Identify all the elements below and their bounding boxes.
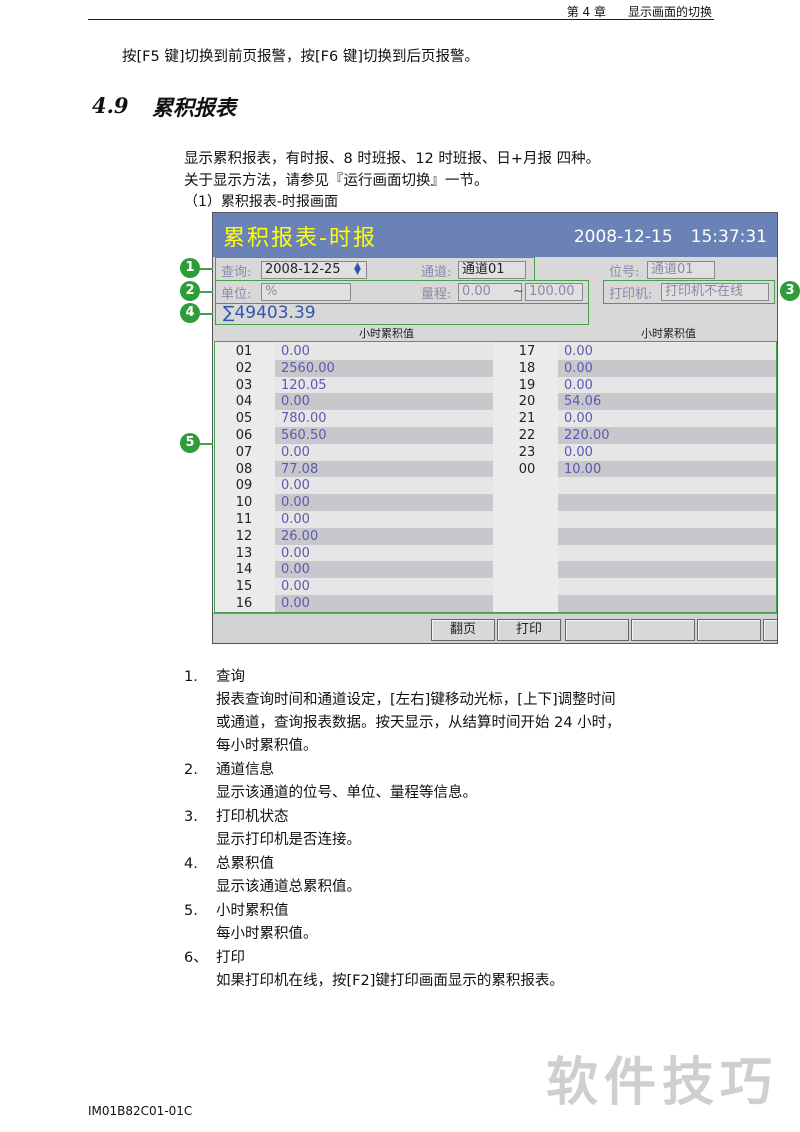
screen-title-bar: 累积报表-时报 2008-12-15 15:37:31 bbox=[213, 213, 777, 257]
function-key-f1[interactable]: 翻页 bbox=[431, 619, 495, 641]
callout-4-leader bbox=[199, 313, 213, 315]
intro-paragraph: 按[F5 键]切换到前页报警，按[F6 键]切换到后页报警。 bbox=[122, 49, 479, 65]
list-item-description: 或通道，查询报表数据。按天显示，从结算时间开始 24 小时， bbox=[216, 715, 621, 731]
function-key-f3[interactable] bbox=[565, 619, 629, 641]
list-item-title: 总累积值 bbox=[216, 856, 274, 872]
running-header: 第 4 章 显示画面的切换 bbox=[545, 3, 712, 20]
chapter-label: 第 4 章 bbox=[566, 5, 606, 19]
section-title: 累积报表 bbox=[152, 95, 236, 120]
hourly-table: 01 0.00 02 2560.00 03 120.05 04 0.00 05 780.00 06 5… bbox=[213, 341, 777, 613]
figure-caption: （1）累积报表-时报画面 bbox=[184, 194, 338, 210]
header-rule bbox=[88, 19, 714, 20]
function-key-bar: 翻页 打印 bbox=[213, 613, 777, 643]
screen-datetime: 2008-12-15 15:37:31 bbox=[556, 227, 767, 247]
callout-5: 5 bbox=[180, 433, 200, 453]
list-item-title: 查询 bbox=[216, 669, 245, 685]
function-key-f2[interactable]: 打印 bbox=[497, 619, 561, 641]
list-item-description: 显示打印机是否连接。 bbox=[216, 832, 361, 848]
list-item-description: 如果打印机在线，按[F2]键打印画面显示的累积报表。 bbox=[216, 973, 564, 989]
list-item-description: 每小时累积值。 bbox=[216, 926, 318, 942]
screen-title: 累积报表-时报 bbox=[223, 226, 377, 251]
list-item-title: 通道信息 bbox=[216, 762, 274, 778]
chapter-title: 显示画面的切换 bbox=[627, 5, 712, 19]
function-key-f4[interactable] bbox=[631, 619, 695, 641]
function-key-f6[interactable] bbox=[763, 619, 777, 641]
list-item-title: 小时累积值 bbox=[216, 903, 289, 919]
list-item-number: 4. bbox=[184, 856, 198, 872]
watermark: 软件技巧 bbox=[545, 1053, 778, 1113]
callout-2: 2 bbox=[180, 281, 200, 301]
callout-3: 3 bbox=[780, 281, 800, 301]
list-item-description: 报表查询时间和通道设定，[左右]键移动光标，[上下]调整时间 bbox=[216, 692, 616, 708]
screen-date: 2008-12-15 bbox=[573, 227, 673, 247]
tag-field: 通道01 bbox=[647, 261, 715, 279]
body-line-1: 显示累积报表，有时报、8 时班报、12 时班报、日+月报 四种。 bbox=[184, 151, 601, 167]
list-item-number: 5. bbox=[184, 903, 198, 919]
callout-4: 4 bbox=[180, 303, 200, 323]
callout-5-leader bbox=[199, 443, 213, 445]
footer-doc-id: IM01B82C01-01C bbox=[88, 1104, 193, 1118]
list-item-number: 2. bbox=[184, 762, 198, 778]
list-item-number: 1. bbox=[184, 669, 198, 685]
total-highlight-box bbox=[215, 303, 589, 325]
body-line-2: 关于显示方法，请参见『运行画面切换』一节。 bbox=[184, 173, 489, 189]
list-item-description: 显示该通道总累积值。 bbox=[216, 879, 361, 895]
hourly-highlight-box bbox=[214, 341, 777, 613]
column-header-left: 小时累积值 bbox=[359, 327, 414, 340]
query-highlight-box bbox=[215, 257, 535, 281]
function-key-f5[interactable] bbox=[697, 619, 761, 641]
tag-label: 位号: bbox=[609, 265, 640, 280]
list-item-description: 每小时累积值。 bbox=[216, 738, 318, 754]
list-item-description: 显示该通道的位号、单位、量程等信息。 bbox=[216, 785, 477, 801]
screen-time: 15:37:31 bbox=[690, 227, 767, 247]
printer-highlight-box bbox=[603, 280, 775, 304]
callout-2-leader bbox=[199, 291, 213, 293]
channel-info-highlight-box bbox=[215, 280, 589, 304]
list-item-number: 6、 bbox=[184, 950, 208, 966]
callout-1-leader bbox=[199, 268, 213, 270]
list-item-title: 打印 bbox=[216, 950, 245, 966]
column-header-right: 小时累积值 bbox=[641, 327, 696, 340]
report-screen: 累积报表-时报 2008-12-15 15:37:31 查询: 2008-12-2… bbox=[212, 212, 778, 644]
list-item-number: 3. bbox=[184, 809, 198, 825]
callout-1: 1 bbox=[180, 258, 200, 278]
section-number: 4.9 bbox=[92, 93, 129, 118]
list-item-title: 打印机状态 bbox=[216, 809, 289, 825]
